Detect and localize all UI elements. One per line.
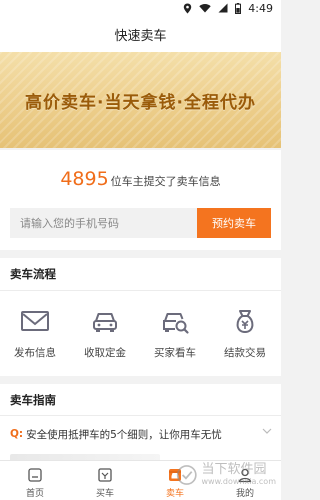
- step-label: 买家看车: [154, 347, 196, 359]
- submit-count-suffix: 位车主提交了卖车信息: [110, 175, 221, 188]
- process-divider: [0, 290, 281, 291]
- step-label: 收取定金: [84, 347, 126, 359]
- app-header: 快速卖车: [0, 16, 281, 52]
- profile-icon: [238, 468, 252, 483]
- sell-submit-card: 4895位车主提交了卖车信息 预约卖车: [0, 150, 281, 250]
- process-title: 卖车流程: [10, 267, 56, 281]
- phone-input[interactable]: [10, 208, 197, 238]
- step-settle[interactable]: 结款交易: [210, 304, 280, 360]
- battery-icon: [235, 2, 242, 14]
- guide-item-text: 安全使用抵押车的5个细则，让你用车无忧: [26, 428, 222, 441]
- envelope-icon: [21, 311, 49, 331]
- step-inspect[interactable]: 买家看车: [140, 304, 210, 360]
- status-bar: 4:49: [0, 0, 281, 16]
- banner-slogan: 高价卖车·当天拿钱·全程代办: [25, 92, 256, 113]
- guide-title: 卖车指南: [10, 393, 56, 407]
- tab-home[interactable]: 首页: [0, 465, 70, 499]
- promo-banner[interactable]: 高价卖车·当天拿钱·全程代办: [0, 52, 281, 148]
- tab-buy[interactable]: 买车: [70, 465, 140, 499]
- guide-item-prefix: Q:: [10, 428, 24, 440]
- step-label: 结款交易: [224, 347, 266, 359]
- car-icon: [93, 313, 117, 332]
- bottom-tab-bar: 首页 买车 卖车 我的: [0, 460, 281, 500]
- tab-sell[interactable]: 卖车: [140, 465, 210, 499]
- signal-icon: [218, 3, 228, 13]
- tab-label: 买车: [95, 489, 114, 499]
- buy-car-icon: [98, 468, 112, 482]
- tab-label: 卖车: [165, 489, 184, 499]
- tab-label: 我的: [235, 489, 254, 499]
- book-sell-button[interactable]: 预约卖车: [197, 208, 271, 238]
- guide-divider: [0, 415, 281, 416]
- step-label: 发布信息: [14, 347, 56, 359]
- tab-label: 首页: [25, 489, 44, 499]
- chevron-down-icon[interactable]: [262, 427, 272, 435]
- car-inspect-icon: [163, 313, 189, 334]
- page-title: 快速卖车: [114, 28, 167, 44]
- step-deposit[interactable]: 收取定金: [70, 304, 140, 360]
- money-bag-icon: [236, 310, 254, 334]
- guide-item[interactable]: Q: 安全使用抵押车的5个细则，让你用车无忧: [10, 426, 272, 442]
- submit-count: 4895: [60, 168, 109, 190]
- submit-stats: 4895 位车主提交了卖车信息: [0, 168, 281, 190]
- sell-guide-section: 卖车指南 Q: 安全使用抵押车的5个细则，让你用车无忧: [0, 384, 281, 464]
- home-icon: [28, 468, 42, 482]
- sell-car-icon: [169, 469, 181, 481]
- step-publish[interactable]: 发布信息: [0, 304, 70, 360]
- process-steps: 发布信息 收取定金 买家看车 结款交易: [0, 304, 281, 368]
- sell-process-section: 卖车流程 发布信息 收取定金 买家看车 结款交易: [0, 258, 281, 376]
- status-time: 4:49: [248, 1, 273, 15]
- wifi-icon: [199, 4, 211, 13]
- tab-mine[interactable]: 我的: [210, 465, 280, 499]
- location-icon: [184, 3, 192, 13]
